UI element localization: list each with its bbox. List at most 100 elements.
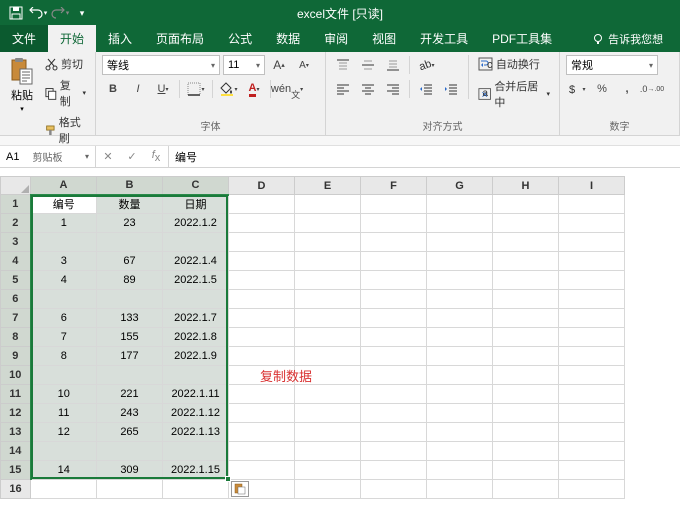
cell[interactable] bbox=[229, 271, 295, 290]
col-header[interactable]: H bbox=[493, 177, 559, 195]
tab-6[interactable]: 视图 bbox=[360, 25, 408, 52]
save-icon[interactable] bbox=[6, 3, 26, 23]
cell[interactable] bbox=[361, 233, 427, 252]
cell[interactable]: 10 bbox=[31, 385, 97, 404]
cell[interactable] bbox=[493, 214, 559, 233]
cell[interactable]: 编号 bbox=[31, 195, 97, 214]
cell[interactable] bbox=[295, 214, 361, 233]
cell[interactable] bbox=[229, 347, 295, 366]
row-header[interactable]: 14 bbox=[1, 442, 31, 461]
cell[interactable] bbox=[295, 480, 361, 499]
cell[interactable] bbox=[559, 290, 625, 309]
row-header[interactable]: 7 bbox=[1, 309, 31, 328]
cell[interactable] bbox=[229, 423, 295, 442]
cell[interactable] bbox=[163, 290, 229, 309]
cell[interactable] bbox=[427, 461, 493, 480]
cell[interactable] bbox=[493, 347, 559, 366]
cell[interactable] bbox=[427, 328, 493, 347]
row-header[interactable]: 4 bbox=[1, 252, 31, 271]
cell[interactable] bbox=[295, 442, 361, 461]
increase-font-button[interactable]: A▴ bbox=[268, 55, 290, 75]
cell[interactable]: 2022.1.15 bbox=[163, 461, 229, 480]
increase-decimal-button[interactable]: .0→.00 bbox=[641, 79, 663, 99]
cell[interactable] bbox=[559, 328, 625, 347]
redo-icon[interactable]: ▾ bbox=[50, 3, 70, 23]
cell[interactable] bbox=[163, 233, 229, 252]
cell[interactable] bbox=[493, 442, 559, 461]
cell[interactable] bbox=[295, 347, 361, 366]
tab-2[interactable]: 页面布局 bbox=[144, 25, 216, 52]
row-header[interactable]: 2 bbox=[1, 214, 31, 233]
tab-5[interactable]: 审阅 bbox=[312, 25, 360, 52]
row-header[interactable]: 9 bbox=[1, 347, 31, 366]
cell[interactable] bbox=[163, 442, 229, 461]
col-header[interactable]: A bbox=[31, 177, 97, 195]
percent-button[interactable]: % bbox=[591, 79, 613, 99]
col-header[interactable]: I bbox=[559, 177, 625, 195]
tab-7[interactable]: 开发工具 bbox=[408, 25, 480, 52]
cell[interactable]: 2022.1.8 bbox=[163, 328, 229, 347]
align-middle-button[interactable] bbox=[357, 55, 379, 75]
cell[interactable] bbox=[229, 252, 295, 271]
worksheet[interactable]: ABCDEFGHI1编号数量日期21232022.1.2343672022.1.… bbox=[0, 176, 680, 499]
cell[interactable] bbox=[427, 271, 493, 290]
decrease-indent-button[interactable] bbox=[415, 79, 437, 99]
cell[interactable]: 2022.1.2 bbox=[163, 214, 229, 233]
cell[interactable] bbox=[295, 423, 361, 442]
col-header[interactable]: B bbox=[97, 177, 163, 195]
cell[interactable] bbox=[361, 385, 427, 404]
italic-button[interactable]: I bbox=[127, 79, 149, 99]
cell[interactable] bbox=[559, 423, 625, 442]
qat-customize-icon[interactable]: ▾ bbox=[72, 3, 92, 23]
fill-color-button[interactable]: ▾ bbox=[218, 79, 240, 99]
cell[interactable]: 155 bbox=[97, 328, 163, 347]
align-top-button[interactable] bbox=[332, 55, 354, 75]
cell[interactable]: 2022.1.5 bbox=[163, 271, 229, 290]
cell[interactable]: 12 bbox=[31, 423, 97, 442]
cell[interactable] bbox=[493, 366, 559, 385]
tab-8[interactable]: PDF工具集 bbox=[480, 25, 564, 52]
phonetic-button[interactable]: wén文▾ bbox=[276, 79, 298, 99]
border-button[interactable]: ▾ bbox=[185, 79, 207, 99]
align-bottom-button[interactable] bbox=[382, 55, 404, 75]
cell[interactable] bbox=[295, 328, 361, 347]
row-header[interactable]: 11 bbox=[1, 385, 31, 404]
cell[interactable] bbox=[295, 385, 361, 404]
cell[interactable] bbox=[559, 214, 625, 233]
wrap-text-button[interactable]: c自动换行 bbox=[475, 55, 553, 73]
cell[interactable]: 3 bbox=[31, 252, 97, 271]
row-header[interactable]: 13 bbox=[1, 423, 31, 442]
cell[interactable] bbox=[31, 233, 97, 252]
accounting-format-button[interactable]: $▾ bbox=[566, 79, 588, 99]
cell[interactable] bbox=[361, 480, 427, 499]
cell[interactable] bbox=[295, 271, 361, 290]
cell[interactable] bbox=[361, 271, 427, 290]
underline-button[interactable]: U▾ bbox=[152, 79, 174, 99]
cell[interactable]: 67 bbox=[97, 252, 163, 271]
cell[interactable] bbox=[559, 404, 625, 423]
cell[interactable]: 4 bbox=[31, 271, 97, 290]
undo-icon[interactable]: ▾ bbox=[28, 3, 48, 23]
cell[interactable]: 2022.1.12 bbox=[163, 404, 229, 423]
align-right-button[interactable] bbox=[382, 79, 404, 99]
bold-button[interactable]: B bbox=[102, 79, 124, 99]
cell[interactable] bbox=[361, 366, 427, 385]
row-header[interactable]: 10 bbox=[1, 366, 31, 385]
cell[interactable]: 221 bbox=[97, 385, 163, 404]
row-header[interactable]: 3 bbox=[1, 233, 31, 252]
cut-button[interactable]: 剪切 bbox=[42, 55, 89, 73]
tab-3[interactable]: 公式 bbox=[216, 25, 264, 52]
cell[interactable] bbox=[229, 404, 295, 423]
cell[interactable] bbox=[229, 328, 295, 347]
cell[interactable] bbox=[493, 290, 559, 309]
row-header[interactable]: 1 bbox=[1, 195, 31, 214]
cell[interactable] bbox=[295, 252, 361, 271]
cell[interactable] bbox=[427, 309, 493, 328]
cell[interactable] bbox=[427, 480, 493, 499]
cell[interactable] bbox=[493, 423, 559, 442]
cell[interactable] bbox=[559, 347, 625, 366]
copy-button[interactable]: 复制▾ bbox=[42, 76, 89, 110]
format-painter-button[interactable]: 格式刷 bbox=[42, 113, 89, 147]
cell[interactable] bbox=[295, 290, 361, 309]
cell[interactable] bbox=[493, 461, 559, 480]
